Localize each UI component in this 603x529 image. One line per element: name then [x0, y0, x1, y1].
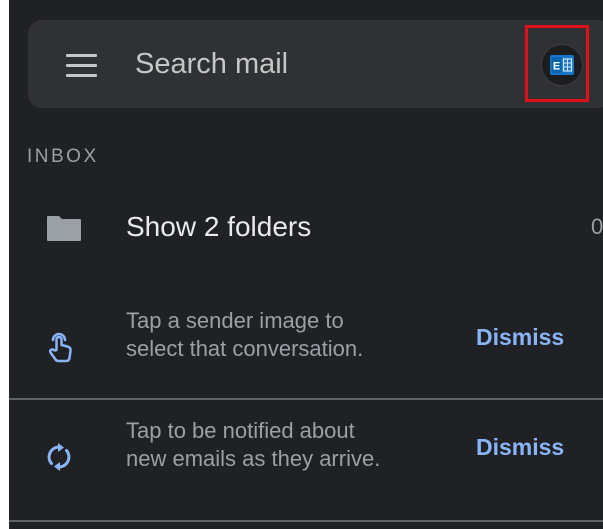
inbox-section-label: INBOX: [27, 146, 99, 167]
tip-message: Tap a sender image to select that conver…: [126, 307, 466, 363]
search-bar[interactable]: Search mail E: [28, 20, 603, 108]
tip-line-2: select that conversation.: [126, 336, 364, 361]
svg-text:E: E: [553, 61, 560, 73]
gmail-inbox-screen: Search mail E INBOX Show 2 folders 0 Tap…: [9, 0, 603, 529]
tip-line-1: Tap to be notified about: [126, 418, 355, 443]
tip-line-2: new emails as they arrive.: [126, 446, 381, 471]
tap-gesture-icon: [48, 332, 72, 363]
dismiss-button[interactable]: Dismiss: [476, 322, 564, 352]
folder-icon: [47, 216, 81, 241]
folder-unread-count: 0: [591, 214, 603, 239]
search-input[interactable]: Search mail: [135, 45, 288, 83]
exchange-account-icon: E: [550, 55, 574, 75]
tip-card-notifications: Tap to be notified about new emails as t…: [9, 400, 603, 510]
show-folders-row[interactable]: Show 2 folders: [126, 209, 311, 245]
dismiss-button[interactable]: Dismiss: [476, 432, 564, 462]
tip-card-sender-image: Tap a sender image to select that conver…: [9, 290, 603, 400]
tip-line-1: Tap a sender image to: [126, 308, 344, 333]
sync-icon: [47, 443, 71, 471]
divider: [9, 520, 603, 522]
account-avatar-button[interactable]: E: [541, 44, 583, 86]
hamburger-menu-icon[interactable]: [66, 54, 97, 77]
tip-message: Tap to be notified about new emails as t…: [126, 417, 466, 473]
